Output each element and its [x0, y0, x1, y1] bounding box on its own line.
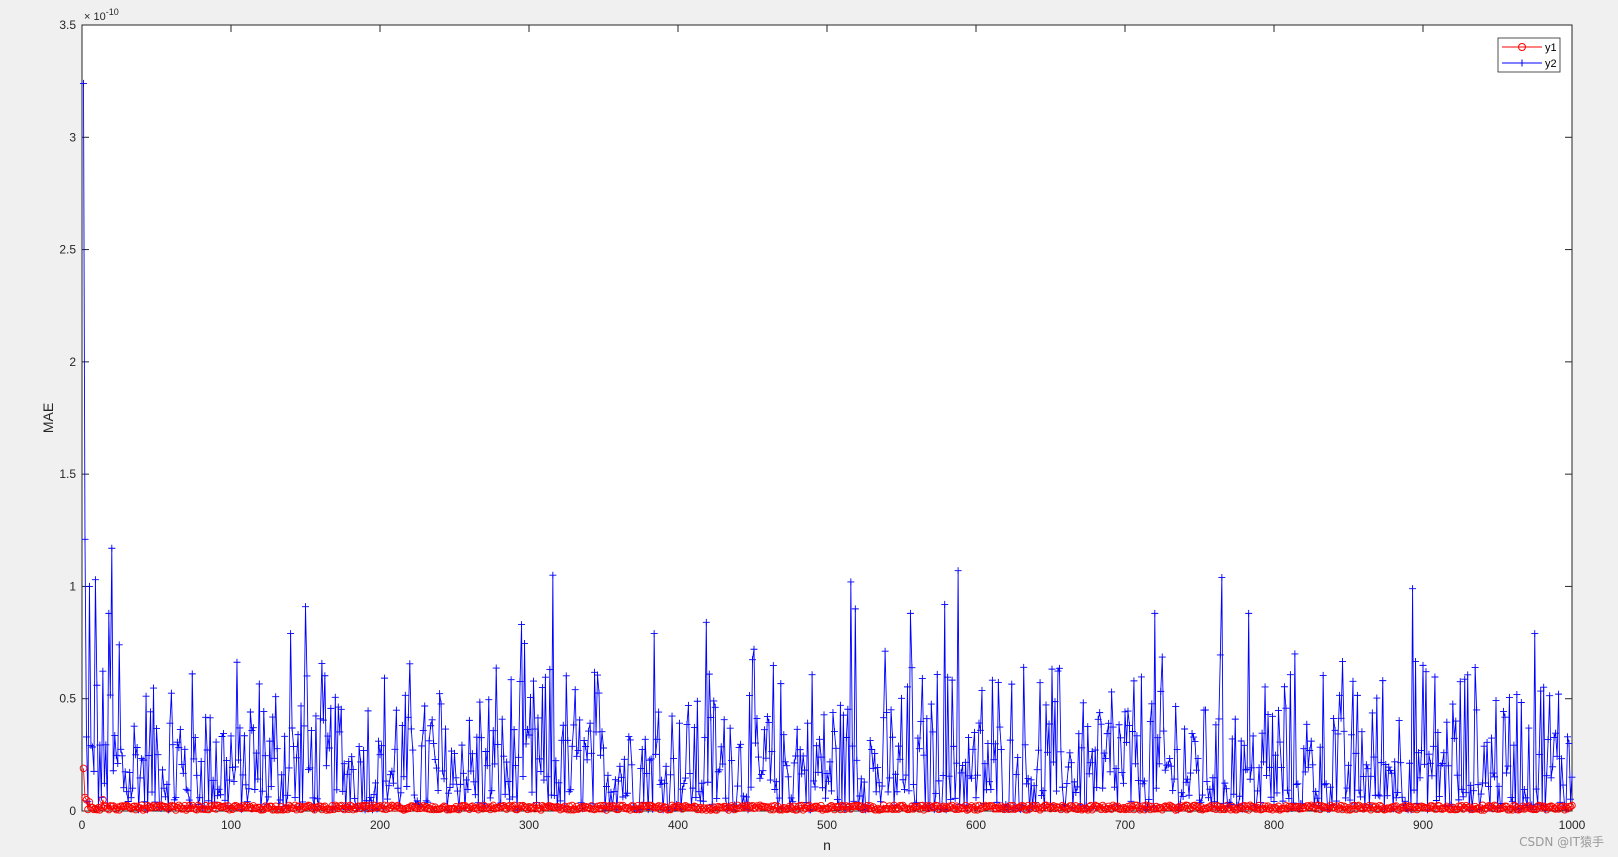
x-tick-label: 1000	[1559, 818, 1586, 832]
figure: 0 100 200 300 400 500 600 700 800 900 1000 0 0.5 1 1.5…	[40, 7, 1604, 853]
y-tick-label: 2	[69, 355, 76, 369]
x-tick-label: 500	[817, 818, 837, 832]
x-tick-label: 600	[966, 818, 986, 832]
plot-area	[81, 24, 1573, 812]
x-tick-label: 900	[1413, 818, 1433, 832]
x-tick-label: 300	[519, 818, 539, 832]
x-tick-label: 0	[79, 818, 86, 832]
y-tick-label: 3	[69, 130, 76, 144]
watermark: CSDN @IT猿手	[1519, 834, 1604, 849]
exponent-base: × 10	[84, 11, 106, 23]
legend-y1-label: y1	[1545, 42, 1557, 54]
y-tick-label: 1	[69, 579, 76, 593]
y-tick-label: 0.5	[59, 692, 76, 706]
x-tick-label: 800	[1264, 818, 1284, 832]
x-tick-label: 400	[668, 818, 688, 832]
y-tick-label: 2.5	[59, 243, 76, 257]
legend-y2-label: y2	[1545, 58, 1557, 70]
x-axis-label: n	[823, 837, 831, 853]
x-tick-label: 700	[1115, 818, 1135, 832]
x-tick-label: 100	[221, 818, 241, 832]
legend[interactable]: y1 y2	[1497, 37, 1561, 73]
y-axis-label: MAE	[40, 403, 56, 433]
y-tick-label: 0	[69, 804, 76, 818]
y-tick-label: 3.5	[59, 18, 76, 32]
exponent-power: -10	[106, 7, 119, 17]
y-tick-label: 1.5	[59, 467, 76, 481]
x-tick-label: 200	[370, 818, 390, 832]
y-axis-exponent: × 10-10	[84, 7, 119, 23]
